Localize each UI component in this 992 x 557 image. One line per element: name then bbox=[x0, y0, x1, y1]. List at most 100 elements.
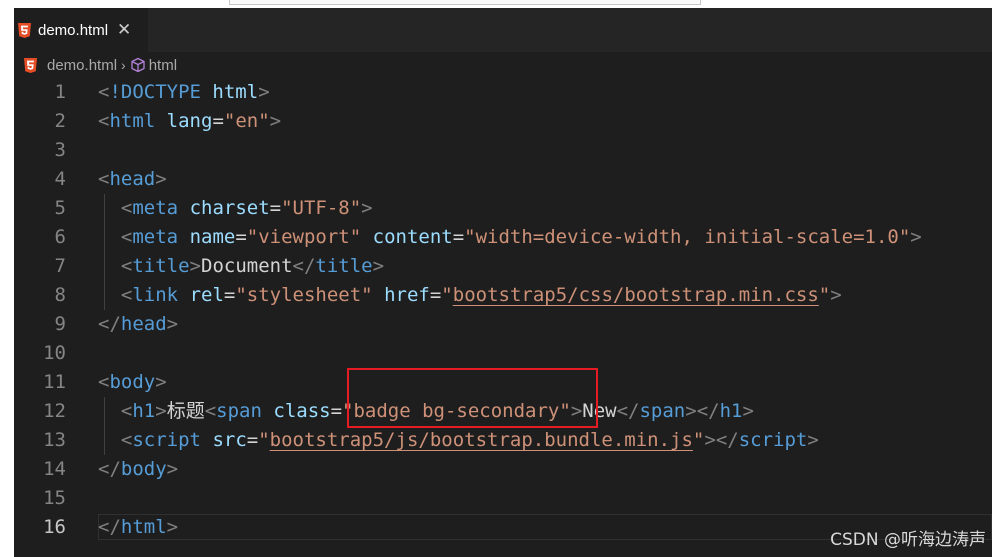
code-line[interactable]: 4 <head> bbox=[14, 165, 992, 194]
line-code: <head> bbox=[98, 165, 167, 194]
code-token: html bbox=[212, 81, 259, 103]
code-token: script bbox=[132, 429, 201, 451]
code-token: 标题 bbox=[166, 400, 205, 422]
line-code: <html lang="en"> bbox=[98, 107, 281, 136]
code-token: rel bbox=[189, 284, 224, 306]
code-token: </ bbox=[98, 313, 121, 335]
code-token: "viewport" bbox=[246, 226, 362, 248]
code-token: > bbox=[189, 255, 201, 277]
code-token: > bbox=[166, 516, 179, 538]
code-line[interactable]: 9 </head> bbox=[14, 310, 992, 339]
watermark: CSDN @听海边涛声 bbox=[830, 530, 986, 550]
code-token: " bbox=[818, 284, 831, 306]
code-token: < bbox=[120, 255, 133, 277]
code-editor[interactable]: 1 <!DOCTYPE html> 2 <html lang="en"> 3 4 <head… bbox=[14, 78, 992, 557]
tab-bar: demo.html ✕ bbox=[14, 8, 992, 52]
code-line[interactable]: 5 <meta charset="UTF-8"> bbox=[14, 194, 992, 223]
breadcrumb-file[interactable]: demo.html bbox=[47, 57, 117, 74]
code-token: > bbox=[258, 81, 270, 103]
code-token: src bbox=[212, 429, 247, 451]
code-token: html bbox=[120, 516, 167, 538]
line-number: 14 bbox=[43, 458, 66, 480]
line-code: </html> bbox=[98, 513, 178, 542]
code-token: < bbox=[98, 110, 110, 132]
code-token: head bbox=[120, 313, 167, 335]
line-code: <body> bbox=[98, 368, 167, 397]
code-line[interactable]: 8 <link rel="stylesheet" href="bootstrap… bbox=[14, 281, 992, 310]
code-token: ></ bbox=[704, 429, 739, 451]
code-token: title bbox=[132, 255, 190, 277]
line-number: 6 bbox=[54, 226, 66, 248]
code-token: bootstrap5/css/bootstrap.min.css bbox=[452, 284, 819, 306]
code-token: > bbox=[166, 313, 179, 335]
code-line[interactable]: 15 bbox=[14, 484, 992, 513]
code-token: "en" bbox=[223, 110, 270, 132]
code-token: = bbox=[235, 226, 247, 248]
code-token: ></ bbox=[685, 400, 720, 422]
code-token: html bbox=[109, 110, 156, 132]
code-line[interactable]: 10 bbox=[14, 339, 992, 368]
code-token: "UTF-8" bbox=[281, 197, 362, 219]
code-line[interactable]: 13 <script src="bootstrap5/js/bootstrap.… bbox=[14, 426, 992, 455]
cube-icon bbox=[130, 57, 146, 73]
code-token: lang bbox=[166, 110, 213, 132]
line-code: <title>Document</title> bbox=[98, 252, 384, 281]
code-token: > bbox=[372, 255, 385, 277]
line-number: 13 bbox=[43, 429, 66, 451]
breadcrumb-symbol[interactable]: html bbox=[149, 57, 177, 74]
tab-demo-html[interactable]: demo.html ✕ bbox=[14, 8, 148, 52]
code-token: > bbox=[155, 371, 167, 393]
code-line[interactable]: 1 <!DOCTYPE html> bbox=[14, 78, 992, 107]
line-number: 5 bbox=[54, 197, 66, 219]
line-code: <meta charset="UTF-8"> bbox=[98, 194, 373, 223]
code-token: span bbox=[216, 400, 262, 422]
line-number: 8 bbox=[54, 284, 66, 306]
annotation-highlight-box bbox=[347, 368, 598, 428]
code-token: link bbox=[132, 284, 179, 306]
code-token: head bbox=[109, 168, 156, 190]
code-token: > bbox=[155, 168, 167, 190]
code-token: < bbox=[98, 371, 110, 393]
code-token: = bbox=[212, 110, 224, 132]
code-token: name bbox=[189, 226, 236, 248]
code-token: > bbox=[166, 458, 179, 480]
code-token: </ bbox=[292, 255, 316, 277]
code-token: = bbox=[330, 400, 343, 422]
code-token: " bbox=[441, 284, 453, 306]
code-token: h1 bbox=[132, 400, 156, 422]
code-token: > bbox=[155, 400, 167, 422]
code-token: < bbox=[120, 400, 133, 422]
html5-icon bbox=[18, 22, 31, 38]
code-token: href bbox=[384, 284, 430, 306]
close-icon[interactable]: ✕ bbox=[117, 21, 131, 39]
line-number: 12 bbox=[43, 400, 66, 422]
command-center-edge bbox=[229, 0, 701, 5]
code-line[interactable]: 14 </body> bbox=[14, 455, 992, 484]
code-token: meta bbox=[132, 226, 179, 248]
line-number: 15 bbox=[43, 487, 66, 509]
code-token: < bbox=[120, 226, 133, 248]
code-line[interactable]: 6 <meta name="viewport" content="width=d… bbox=[14, 223, 992, 252]
code-line[interactable]: 7 <title>Document</title> bbox=[14, 252, 992, 281]
code-token: charset bbox=[189, 197, 270, 219]
code-token: < bbox=[98, 168, 110, 190]
window-edge-top bbox=[14, 0, 992, 8]
code-line[interactable]: 3 bbox=[14, 136, 992, 165]
code-token: </ bbox=[98, 458, 121, 480]
code-line[interactable]: 2 <html lang="en"> bbox=[14, 107, 992, 136]
code-token: > bbox=[269, 110, 282, 132]
code-token: "width=device-width, initial-scale=1.0" bbox=[464, 226, 911, 248]
line-code: <script src="bootstrap5/js/bootstrap.bun… bbox=[98, 426, 819, 455]
html5-icon bbox=[24, 57, 37, 73]
code-token: < bbox=[98, 81, 110, 103]
